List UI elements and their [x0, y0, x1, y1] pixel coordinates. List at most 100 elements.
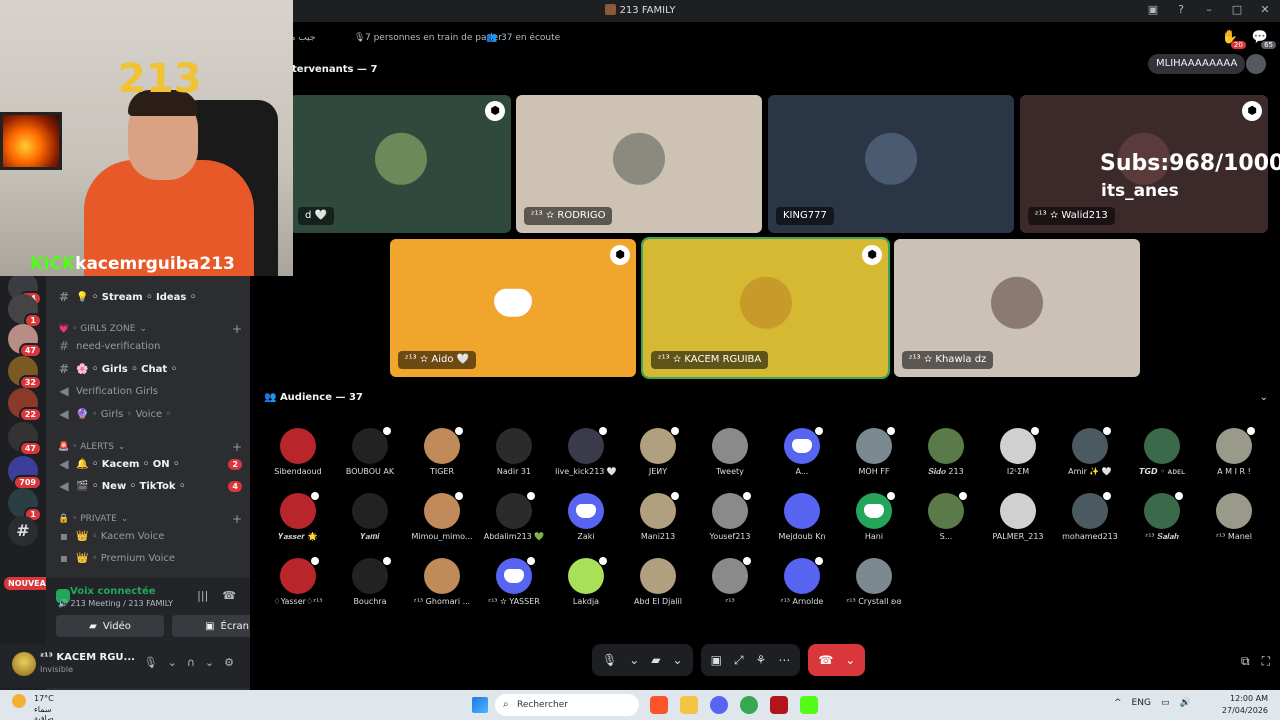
- close-button[interactable]: ✕: [1258, 3, 1272, 16]
- chevron-down-icon[interactable]: ⌄: [1260, 392, 1268, 403]
- clock[interactable]: 12:00 AM 27/04/2026: [1222, 693, 1268, 717]
- fullscreen-icon[interactable]: ⛶: [1262, 654, 1270, 669]
- acrobat-icon[interactable]: [770, 696, 788, 714]
- pinned-user-chip[interactable]: MLIHAAAAAAAA: [1148, 54, 1246, 74]
- audience-member[interactable]: ᶻ¹³ Ghomari ...: [408, 552, 476, 612]
- category-private[interactable]: 🔒 ◦ Private ⌄ +: [58, 512, 242, 526]
- audience-member[interactable]: Mimou_mimo...: [408, 487, 476, 547]
- add-channel-icon[interactable]: +: [232, 322, 242, 336]
- network-icon[interactable]: ▭: [1161, 698, 1170, 708]
- help-icon[interactable]: ?: [1174, 3, 1188, 16]
- audience-member[interactable]: 𝒀𝒂𝒔𝒔𝒆𝒓 🌟: [264, 487, 332, 547]
- speaker-tile[interactable]: ᶻ¹³ ✫ KACEM RGUIBA ⬢: [641, 237, 890, 379]
- audience-member[interactable]: Sibendaoud: [264, 422, 332, 482]
- category-alerts[interactable]: 🚨 ◦ ALERTS ⌄ +: [58, 440, 242, 454]
- audience-member[interactable]: I2ᴸΣM: [984, 422, 1052, 482]
- audience-member[interactable]: ᶻ¹³ Crystall ʚɞ: [840, 552, 908, 612]
- popout-icon[interactable]: ⧉: [1241, 654, 1250, 669]
- audience-member[interactable]: Yousef213: [696, 487, 764, 547]
- volume-icon[interactable]: 🔊: [1179, 698, 1190, 708]
- audience-member[interactable]: mohamed213: [1056, 487, 1124, 547]
- channel-need-verification[interactable]: # need-verification: [58, 336, 242, 356]
- folder-icon[interactable]: [680, 696, 698, 714]
- maximize-button[interactable]: □: [1230, 3, 1244, 16]
- disconnect-icon[interactable]: ☎: [222, 589, 236, 602]
- audience-member[interactable]: ♢Yasser♢ᶻ¹³: [264, 552, 332, 612]
- audience-member[interactable]: PALMER_213: [984, 487, 1052, 547]
- taskbar-search[interactable]: ⌕ Rechercher: [495, 694, 639, 716]
- screen-share-icon[interactable]: ▣: [711, 653, 722, 667]
- discord-icon[interactable]: [710, 696, 728, 714]
- video-button[interactable]: ▰ Vidéo: [56, 615, 164, 637]
- audience-member[interactable]: ᶻ¹³ Arnolde: [768, 552, 836, 612]
- server-icon[interactable]: 32: [8, 356, 42, 390]
- audience-member[interactable]: Tweety: [696, 422, 764, 482]
- chevron-up-icon[interactable]: ^: [1114, 698, 1122, 708]
- gear-icon[interactable]: ⚙: [224, 656, 234, 669]
- audience-member[interactable]: JEИY: [624, 422, 692, 482]
- chevron-down-icon[interactable]: ⌄: [168, 656, 177, 669]
- add-channel-icon[interactable]: +: [232, 440, 242, 454]
- headphones-icon[interactable]: ∩: [187, 656, 195, 669]
- avatar[interactable]: [1246, 54, 1266, 74]
- server-icon[interactable]: 47: [8, 324, 42, 358]
- speaker-tile[interactable]: KING777: [768, 95, 1014, 233]
- audience-member[interactable]: S...: [912, 487, 980, 547]
- voice-channel[interactable]: 🔊 213 Meeting / 213 FAMILY: [58, 599, 173, 608]
- weather-widget[interactable]: 17°C سماء صافية: [12, 694, 54, 720]
- server-icon[interactable]: #: [8, 516, 38, 546]
- camera-off-icon[interactable]: ▰: [651, 653, 660, 667]
- inbox-icon[interactable]: ▣: [1146, 3, 1160, 16]
- kick-app-icon[interactable]: [800, 696, 818, 714]
- chevron-down-icon[interactable]: ⌄: [205, 656, 214, 669]
- channel-verification-girls[interactable]: ◀ Verification Girls: [58, 381, 242, 401]
- move-audience-icon[interactable]: ⤢: [734, 653, 744, 668]
- channel-new-tiktok[interactable]: ◀ 🎬 ◦ New ◦ TikTok ◦ 4: [58, 476, 242, 496]
- audience-member[interactable]: Zaki: [552, 487, 620, 547]
- audience-member[interactable]: MÖH FF: [840, 422, 908, 482]
- more-icon[interactable]: ⋯: [778, 653, 790, 667]
- audience-member[interactable]: Hani: [840, 487, 908, 547]
- channel-girls-voice[interactable]: ◀ 🔮 ◦ Girls ◦ Voice ◦: [58, 404, 242, 424]
- audience-member[interactable]: Amir ✨ 🤍: [1056, 422, 1124, 482]
- audience-member[interactable]: Abdalim213 💚: [480, 487, 548, 547]
- audience-member[interactable]: live_kick213 🤍: [552, 422, 620, 482]
- audience-member[interactable]: Mani213: [624, 487, 692, 547]
- channel-stream-ideas[interactable]: # 💡 ◦ Stream ◦ Ideas ◦: [58, 287, 242, 307]
- audience-member[interactable]: 𝑺𝒊𝒅𝒐 213: [912, 422, 980, 482]
- brave-icon[interactable]: [650, 696, 668, 714]
- speaker-tile[interactable]: d 🤍 ⬢: [290, 95, 511, 233]
- invite-icon[interactable]: ⚘: [756, 653, 767, 667]
- leave-button[interactable]: ☎ ⌄: [808, 644, 866, 676]
- audience-member[interactable]: 𝙏𝙂𝘿 ◦ ᴀᴅᴇʟ: [1128, 422, 1196, 482]
- microphone-icon[interactable]: 🎙: [602, 653, 617, 667]
- server-icon[interactable]: 1: [8, 294, 42, 328]
- channel-girls-chat[interactable]: # 🌸 ◦ Girls ◦ Chat ◦: [58, 359, 242, 379]
- server-icon[interactable]: 1: [8, 488, 42, 522]
- speaker-tile[interactable]: ᶻ¹³ ✫ RODRIGO: [516, 95, 762, 233]
- speaker-tile[interactable]: ᶻ¹³ ✫ Khawla dz: [894, 239, 1140, 377]
- channel-kacem-voice[interactable]: ▪ 👑 ◦ Kacem Voice: [58, 526, 242, 546]
- user-name[interactable]: ᶻ¹³ KACEM RGU...: [40, 652, 135, 663]
- audience-member[interactable]: A M I R !: [1200, 422, 1268, 482]
- audience-member[interactable]: ᶻ¹³: [696, 552, 764, 612]
- audience-member[interactable]: ᶻ¹³ Manel: [1200, 487, 1268, 547]
- chrome-icon[interactable]: [740, 696, 758, 714]
- audience-member[interactable]: 𝒀𝒂𝒎𝒊: [336, 487, 404, 547]
- voice-status[interactable]: Voix connectée: [70, 586, 156, 597]
- server-icon[interactable]: 709: [8, 456, 42, 490]
- minimize-button[interactable]: –: [1202, 3, 1216, 16]
- raise-hand-button[interactable]: ✋ 20: [1222, 30, 1246, 49]
- audience-member[interactable]: A...: [768, 422, 836, 482]
- audience-member[interactable]: ᶻ¹³ 𝑺𝒂𝒍𝒂𝒉: [1128, 487, 1196, 547]
- category-girls-zone[interactable]: 💗 ◦ GIRLS ZONE ⌄ +: [58, 322, 242, 336]
- soundboard-icon[interactable]: |||: [197, 589, 208, 602]
- server-icon[interactable]: 22: [8, 388, 42, 422]
- audience-member[interactable]: ᶻ¹³ ✫ YASSER: [480, 552, 548, 612]
- channel-kacem-on[interactable]: ◀ 🔔 ◦ Kacem ◦ ON ◦ 2: [58, 454, 242, 474]
- audience-member[interactable]: TIGER: [408, 422, 476, 482]
- audience-member[interactable]: Lakdja: [552, 552, 620, 612]
- start-button[interactable]: [472, 697, 488, 713]
- mic-control[interactable]: 🎙 ⌄ ▰ ⌄: [592, 644, 693, 676]
- avatar[interactable]: [12, 652, 36, 676]
